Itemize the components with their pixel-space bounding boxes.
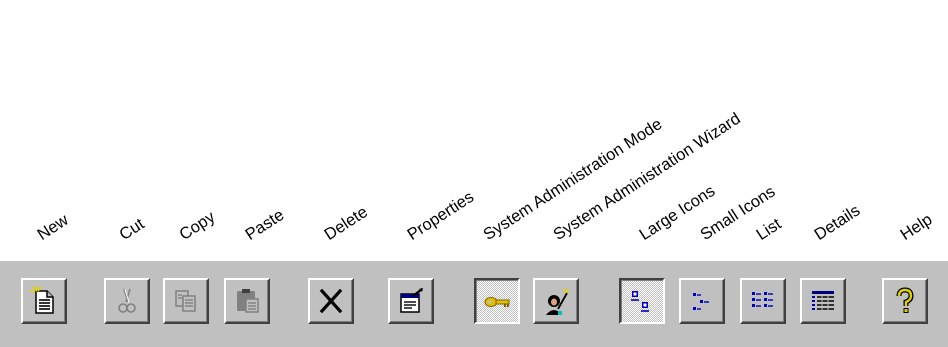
help-question-icon [896,287,914,313]
cut-button[interactable] [104,278,150,324]
large-icons-view-icon [631,291,649,312]
small-icons-view-button[interactable] [679,278,725,324]
label-list: List [753,214,785,244]
small-icons-view-icon [693,293,709,310]
copy-icon [175,290,196,312]
sysadmin-mode-toggle[interactable] [474,278,520,324]
toolbar [0,261,948,347]
paste-button[interactable] [224,278,270,324]
label-help: Help [897,210,936,244]
delete-x-icon [319,288,343,314]
large-icons-view-toggle[interactable] [619,278,665,324]
label-new: New [34,210,72,244]
label-paste: Paste [242,205,288,244]
label-details: Details [811,201,864,244]
copy-button[interactable] [163,278,209,324]
list-view-icon [752,292,773,307]
label-copy: Copy [176,207,219,244]
label-cut: Cut [116,214,148,244]
paste-icon [237,289,259,313]
new-button[interactable] [21,278,67,324]
properties-icon [400,288,423,313]
new-document-icon [29,286,54,314]
label-delete: Delete [321,202,372,244]
list-view-button[interactable] [740,278,786,324]
scissors-icon [118,288,136,313]
details-view-button[interactable] [800,278,846,324]
properties-button[interactable] [388,278,434,324]
details-view-icon [812,291,834,311]
sysadmin-wizard-button[interactable] [533,278,579,324]
delete-button[interactable] [308,278,354,324]
help-button[interactable] [882,278,928,324]
wizard-icon [546,288,569,315]
label-properties: Properties [404,187,478,244]
key-icon [484,297,510,307]
